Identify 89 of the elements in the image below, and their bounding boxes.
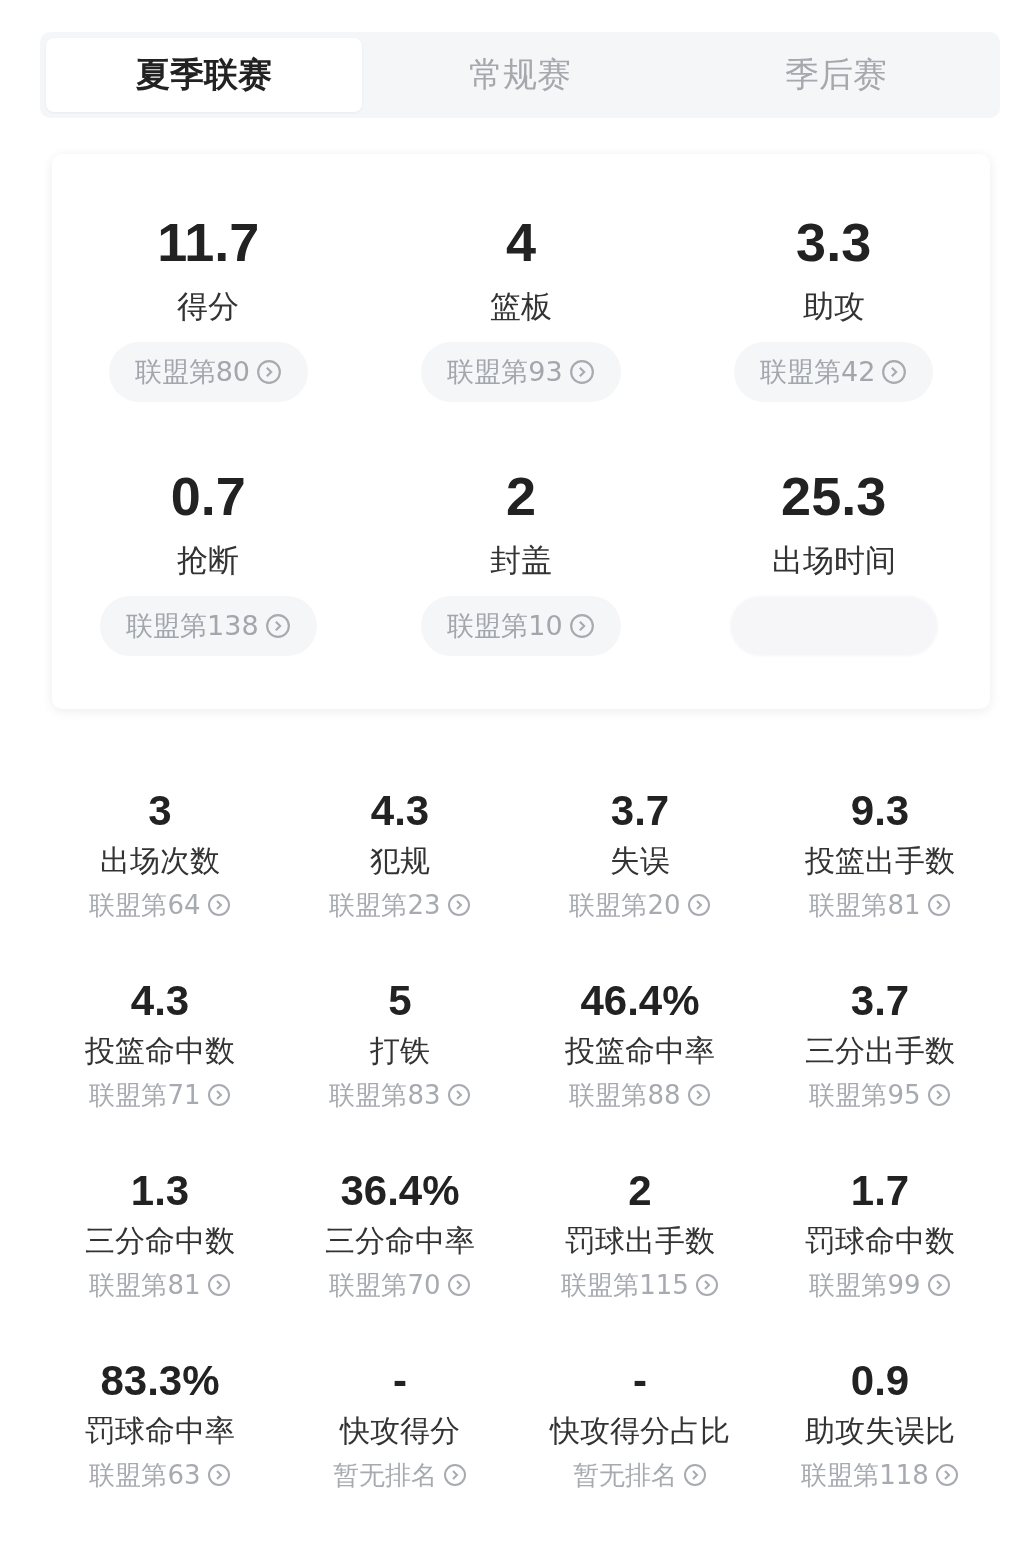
stat-value: 5 <box>388 976 412 1026</box>
stat-value: 1.3 <box>130 1166 190 1216</box>
rank-link[interactable]: 联盟第115 <box>561 1267 689 1303</box>
chevron-circle-icon <box>206 1463 231 1487</box>
rank-link[interactable]: 联盟第81 <box>89 1267 201 1303</box>
chevron-circle-icon <box>926 893 951 917</box>
chevron-circle-icon <box>686 1083 711 1107</box>
rank-link[interactable]: 暂无排名 <box>573 1457 677 1493</box>
stat-value: 2 <box>628 1166 652 1216</box>
rank-link[interactable]: 联盟第23 <box>329 887 441 923</box>
stat-label: 出场次数 <box>100 842 220 880</box>
chevron-circle-icon <box>206 893 231 917</box>
chevron-circle-icon <box>206 1273 231 1297</box>
chevron-circle-icon <box>694 1273 719 1297</box>
chevron-circle-icon <box>881 359 908 385</box>
stat-label: 快攻得分 <box>340 1412 460 1450</box>
stat-label: 罚球命中数 <box>805 1222 955 1260</box>
rank-link[interactable]: 联盟第71 <box>89 1077 201 1113</box>
stat-value: 11.7 <box>157 211 260 274</box>
chevron-circle-icon <box>926 1083 951 1107</box>
chevron-circle-icon <box>926 1273 951 1297</box>
rank-link[interactable]: 联盟第81 <box>809 887 921 923</box>
chevron-circle-icon <box>446 893 471 917</box>
stat-label: 篮板 <box>490 287 552 326</box>
stat-label: 封盖 <box>490 541 552 580</box>
stat-label: 投篮出手数 <box>805 842 955 880</box>
stat-value: 4.3 <box>370 786 430 836</box>
rank-link[interactable]: 联盟第95 <box>809 1077 921 1113</box>
chevron-circle-icon <box>206 1083 231 1107</box>
rank-link[interactable]: 联盟第118 <box>801 1457 929 1493</box>
stat-value: 4.3 <box>130 976 190 1026</box>
rank-pill[interactable]: 联盟第138 <box>100 596 317 656</box>
stat-label: 出场时间 <box>771 541 896 580</box>
rank-pill[interactable]: 联盟第93 <box>421 342 621 402</box>
stat-label: 快攻得分占比 <box>550 1412 730 1450</box>
chevron-circle-icon <box>443 1463 467 1487</box>
rank-link[interactable]: 联盟第99 <box>809 1267 921 1303</box>
stat-label: 助攻失误比 <box>805 1412 955 1450</box>
season-tab[interactable]: 季后赛 <box>678 38 994 112</box>
chevron-circle-icon <box>568 359 595 385</box>
stat-label: 三分命中数 <box>85 1222 235 1260</box>
stat-value: 0.7 <box>170 465 246 528</box>
stat-value: 3.3 <box>796 211 872 274</box>
rank-link[interactable]: 联盟第88 <box>569 1077 681 1113</box>
stat-value: - <box>393 1356 407 1406</box>
stat-label: 三分出手数 <box>805 1032 955 1070</box>
stat-label: 得分 <box>177 287 240 326</box>
stat-label: 投篮命中率 <box>565 1032 715 1070</box>
chevron-circle-icon <box>446 1083 471 1107</box>
rank-pill[interactable]: 联盟第80 <box>108 342 308 402</box>
chevron-circle-icon <box>934 1463 959 1487</box>
chevron-circle-icon <box>568 613 595 639</box>
rank-pill[interactable]: 联盟第42 <box>733 342 934 402</box>
season-tab[interactable]: 常规赛 <box>362 38 678 112</box>
season-tab[interactable]: 夏季联赛 <box>46 38 362 112</box>
rank-link[interactable]: 联盟第64 <box>89 887 201 923</box>
stat-label: 罚球命中率 <box>85 1412 235 1450</box>
chevron-circle-icon <box>683 1463 707 1487</box>
stat-value: 0.9 <box>850 1356 910 1406</box>
rank-link[interactable]: 联盟第83 <box>329 1077 441 1113</box>
stat-value: 83.3% <box>100 1356 220 1406</box>
stat-value: 9.3 <box>850 786 910 836</box>
rank-pill[interactable]: 联盟第10 <box>421 596 621 656</box>
chevron-circle-icon <box>686 893 711 917</box>
stat-label: 三分命中率 <box>325 1222 475 1260</box>
stat-label: 助攻 <box>802 287 865 326</box>
stat-value: 3 <box>148 786 172 836</box>
stat-value: 2 <box>505 465 536 528</box>
stat-value: 1.7 <box>850 1166 910 1216</box>
stat-value: 46.4% <box>580 976 700 1026</box>
rank-link[interactable]: 联盟第63 <box>89 1457 201 1493</box>
chevron-circle-icon <box>256 359 282 385</box>
rank-link[interactable]: 联盟第20 <box>569 887 681 923</box>
stat-label: 打铁 <box>370 1032 430 1070</box>
stat-label: 罚球出手数 <box>565 1222 715 1260</box>
stat-value: - <box>633 1356 647 1406</box>
stat-label: 投篮命中数 <box>85 1032 235 1070</box>
stat-value: 3.7 <box>610 786 670 836</box>
stat-value: 4 <box>505 211 536 274</box>
stat-value: 3.7 <box>850 976 910 1026</box>
stat-label: 犯规 <box>370 842 430 880</box>
stat-value: 25.3 <box>781 465 887 528</box>
rank-link[interactable]: 暂无排名 <box>333 1457 437 1493</box>
stat-label: 失误 <box>610 842 670 880</box>
stat-value: 36.4% <box>340 1166 460 1216</box>
rank-link[interactable]: 联盟第70 <box>329 1267 441 1303</box>
chevron-circle-icon <box>264 613 291 639</box>
stat-label: 抢断 <box>177 541 240 580</box>
chevron-circle-icon <box>446 1273 471 1297</box>
